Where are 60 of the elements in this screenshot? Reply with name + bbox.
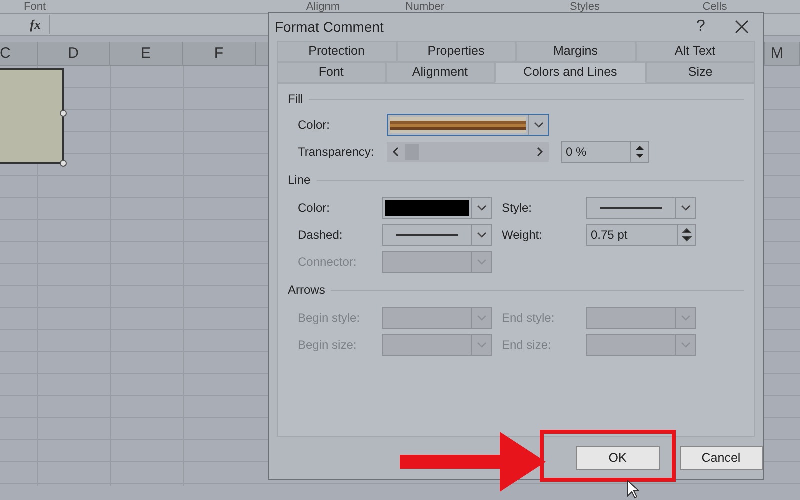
section-heading: Line: [288, 172, 311, 189]
fill-color-dropdown[interactable]: [387, 114, 549, 136]
tab[interactable]: Colors and Lines: [494, 62, 646, 83]
column-header: E: [110, 42, 183, 65]
resize-handle: [60, 110, 67, 117]
caret-icon: [680, 205, 690, 211]
caret-icon: [534, 122, 544, 128]
line-style-dropdown[interactable]: [586, 197, 696, 219]
caret-icon: [476, 205, 486, 211]
section-heading: Fill: [288, 91, 304, 108]
caret-icon: [680, 315, 690, 321]
field-label: Dashed:: [298, 227, 344, 244]
weight-spinner[interactable]: 0.75 pt: [586, 224, 696, 246]
mouse-pointer-icon: [627, 480, 639, 499]
help-button[interactable]: ?: [681, 15, 721, 39]
caret-icon: [476, 315, 486, 321]
ribbon-group-label: Font: [22, 0, 47, 13]
field-label: Begin size:: [298, 337, 358, 354]
tab[interactable]: Alt Text: [636, 41, 755, 62]
tab[interactable]: Margins: [516, 41, 636, 62]
transparency-slider[interactable]: [387, 142, 549, 162]
column-header: C: [0, 42, 38, 65]
field-label: Style:: [502, 200, 534, 217]
field-label: Color:: [298, 117, 332, 134]
spinner-arrows-icon: [682, 227, 692, 243]
spinner-arrows-icon: [634, 144, 644, 160]
line-color-dropdown[interactable]: [382, 197, 492, 219]
field-label: Transparency:: [298, 144, 376, 161]
caret-icon: [476, 259, 486, 265]
field-label: End size:: [502, 337, 552, 354]
field-label: Begin style:: [298, 310, 362, 327]
resize-handle: [60, 160, 67, 167]
column-header: F: [183, 42, 256, 65]
line-style-dropdown[interactable]: [382, 224, 492, 246]
transparency-spinner[interactable]: 0 %: [561, 141, 649, 163]
tab[interactable]: Properties: [396, 41, 516, 62]
tab[interactable]: Protection: [277, 41, 396, 62]
caret-icon: [476, 232, 486, 238]
dialog-title: Format Comment: [275, 18, 385, 36]
column-header: M: [765, 42, 800, 65]
field-label: Color:: [298, 200, 332, 217]
ribbon-group-label: Alignm: [305, 0, 340, 13]
tab[interactable]: Alignment: [386, 62, 495, 83]
ribbon-group-label: Cells: [702, 0, 728, 13]
tab[interactable]: Font: [277, 62, 386, 83]
section-heading: Arrows: [288, 282, 326, 299]
callout-arrow-icon: [400, 432, 546, 492]
caret-icon: [476, 342, 486, 348]
field-label: Weight:: [502, 227, 544, 244]
ribbon-group-label: Number: [404, 0, 446, 13]
field-label: End style:: [502, 310, 556, 327]
dialog-button[interactable]: OK: [576, 446, 660, 470]
function-label: fx: [0, 14, 50, 34]
dialog-button[interactable]: Cancel: [680, 446, 763, 470]
column-header: D: [38, 42, 110, 65]
caret-icon: [680, 342, 690, 348]
tab[interactable]: Size: [646, 62, 755, 83]
ribbon-group-label: Styles: [569, 0, 601, 13]
close-icon[interactable]: [735, 20, 749, 34]
field-label: Connector:: [298, 254, 358, 271]
